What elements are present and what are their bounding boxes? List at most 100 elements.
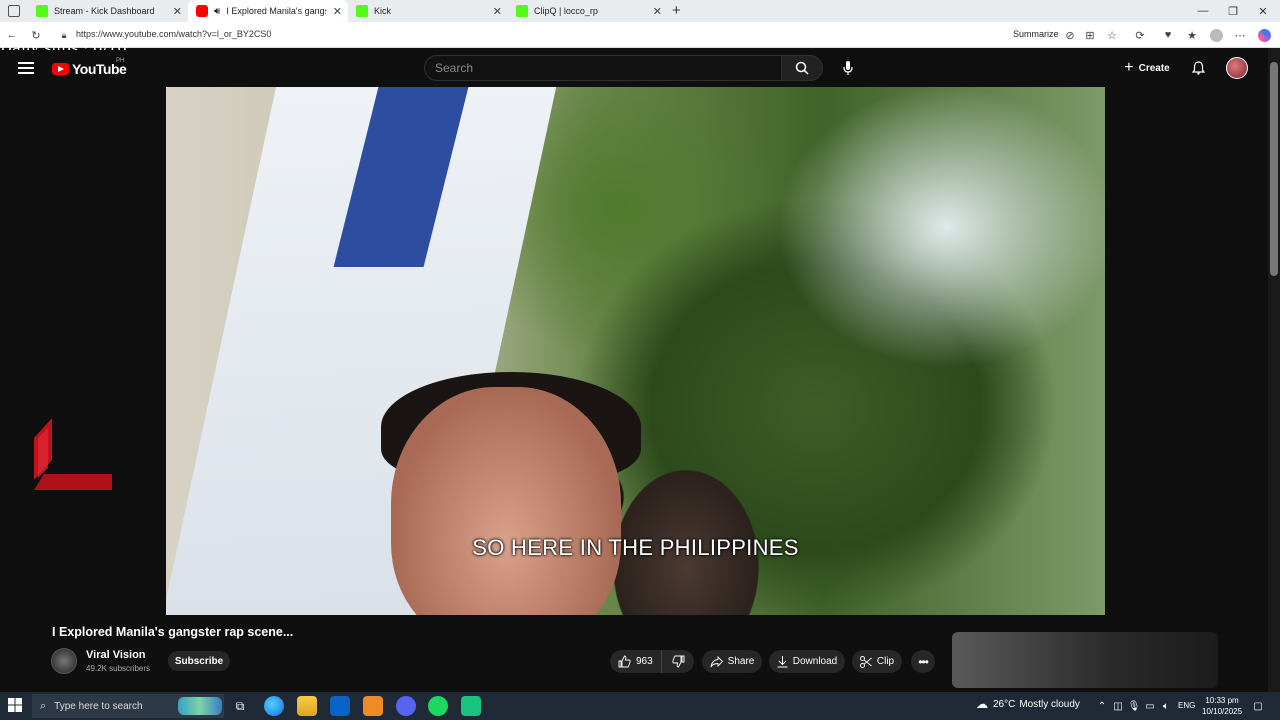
like-dislike-group: 963 <box>610 650 694 673</box>
create-button[interactable]: + Create <box>1118 56 1176 80</box>
spotify-icon[interactable] <box>428 696 448 716</box>
dislike-button[interactable] <box>662 655 690 668</box>
kick-favicon-icon <box>36 5 48 17</box>
page-scrollbar[interactable] <box>1268 48 1280 692</box>
tab-actions-icon[interactable] <box>8 5 20 17</box>
tray-chevron-up-icon[interactable]: ⌃ <box>1096 700 1108 712</box>
create-label: Create <box>1138 62 1170 74</box>
tab-label: Stream - Kick Dashboard <box>54 6 155 16</box>
weather-widget[interactable]: ☁︎ 26°C Mostly cloudy <box>976 697 1080 711</box>
tab-kick-dashboard[interactable]: Stream - Kick Dashboard ✕ <box>28 0 188 22</box>
search-button[interactable] <box>781 55 823 81</box>
taskbar-search-input[interactable] <box>54 700 175 712</box>
scrollbar-thumb[interactable] <box>1270 62 1278 276</box>
file-explorer-icon[interactable] <box>297 696 317 716</box>
tab-label: I Explored Manila's gangster <box>226 6 326 16</box>
youtube-play-icon <box>52 63 69 75</box>
clipq-favicon-icon <box>516 5 528 17</box>
tray-mic-icon[interactable]: 🎙︎ <box>1128 700 1141 712</box>
more-menu-icon[interactable]: ⋯ <box>1232 27 1248 43</box>
close-tab-icon[interactable]: ✕ <box>173 5 182 18</box>
tab-label: ClipQ | locco_rp <box>534 6 598 16</box>
search-input[interactable] <box>435 61 775 75</box>
close-tab-icon[interactable]: ✕ <box>493 5 502 18</box>
download-button[interactable]: Download <box>769 650 845 673</box>
plus-icon: + <box>1124 59 1134 76</box>
channel-subscriber-count: 49.2K subscribers <box>86 664 151 673</box>
address-bar: ← ↻ 🔒︎ https://www.youtube.com/watch?v=l… <box>0 22 1280 48</box>
hamburger-menu-icon[interactable] <box>18 61 34 74</box>
video-subtitle: SO HERE IN THE PHILIPPINES <box>472 535 799 560</box>
tray-app-icon[interactable]: ◫ <box>1112 700 1124 712</box>
share-arrow-icon <box>710 655 723 667</box>
search-box <box>424 55 782 81</box>
favorites-icon[interactable]: ★ <box>1184 27 1200 43</box>
video-scene-face <box>391 387 621 615</box>
scissors-icon <box>859 655 872 668</box>
youtube-favicon-icon <box>196 5 208 17</box>
stream-overlay-text: Daily subs : 0/10 <box>0 39 127 50</box>
share-button[interactable]: Share <box>702 650 762 673</box>
notifications-button[interactable] <box>1188 58 1208 78</box>
download-icon <box>777 655 788 667</box>
notification-center-icon[interactable]: ▢ <box>1252 700 1264 712</box>
thumbs-up-icon <box>618 655 631 668</box>
edge-browser-icon[interactable] <box>264 696 284 716</box>
tab-youtube-video[interactable]: 🔊︎ I Explored Manila's gangster ✕ <box>188 0 348 22</box>
voice-search-button[interactable] <box>835 55 861 81</box>
clock-time: 10:33 pm <box>1205 696 1239 705</box>
like-count: 963 <box>636 656 653 667</box>
new-tab-icon[interactable]: + <box>672 2 681 19</box>
reader-icon[interactable]: ⊞ <box>1082 27 1098 43</box>
tray-volume-icon[interactable]: 🔈︎ <box>1160 700 1172 712</box>
weather-desc: Mostly cloudy <box>1019 698 1080 710</box>
subscribe-button[interactable]: Subscribe <box>168 651 230 671</box>
bell-icon <box>1191 61 1205 75</box>
channel-name[interactable]: Viral Vision <box>86 649 146 661</box>
task-view-icon[interactable]: ⧉ <box>230 696 250 716</box>
close-tab-icon[interactable]: ✕ <box>333 5 342 18</box>
close-window-icon[interactable]: ✕ <box>1248 0 1278 22</box>
youtube-logo[interactable]: YouTube PH <box>52 58 127 77</box>
taskbar-search[interactable]: ⌕ <box>32 694 224 718</box>
copilot-icon[interactable] <box>1256 27 1272 43</box>
video-player[interactable]: SO HERE IN THE PHILIPPINES <box>166 87 1105 615</box>
favorite-star-icon[interactable]: ☆ <box>1104 27 1120 43</box>
channel-avatar[interactable] <box>51 648 77 674</box>
extensions-puzzle-icon[interactable]: ⟳ <box>1132 27 1148 43</box>
maximize-icon[interactable]: ❐ <box>1218 0 1248 22</box>
browser-essentials-icon[interactable]: ♥ <box>1160 27 1176 43</box>
side-panel-thumbnail[interactable] <box>952 632 1218 688</box>
search-icon <box>795 61 809 75</box>
tray-network-icon[interactable]: ▭ <box>1144 700 1156 712</box>
minimize-icon[interactable]: — <box>1188 0 1218 22</box>
app-orange-icon[interactable] <box>363 696 383 716</box>
share-label: Share <box>727 656 755 667</box>
windows-start-icon[interactable] <box>8 698 22 712</box>
close-tab-icon[interactable]: ✕ <box>653 5 662 18</box>
summarize-button[interactable]: Summarize <box>1013 29 1059 39</box>
more-actions-button[interactable]: ••• <box>911 650 935 673</box>
app-green-icon[interactable] <box>461 696 481 716</box>
clock-date: 10/10/2025 <box>1202 707 1243 716</box>
cloudy-weather-icon: ☁︎ <box>976 697 988 711</box>
discord-icon[interactable] <box>396 696 416 716</box>
extension-icon[interactable]: ⊘ <box>1062 27 1078 43</box>
tray-language[interactable]: ENG <box>1178 701 1195 710</box>
browser-tab-bar: Stream - Kick Dashboard ✕ 🔊︎ I Explored … <box>0 0 1280 22</box>
region-code: PH <box>116 58 125 64</box>
like-button[interactable]: 963 <box>610 650 662 673</box>
audio-playing-icon[interactable]: 🔊︎ <box>214 6 220 17</box>
tab-label: Kick <box>374 6 392 16</box>
outlook-icon[interactable] <box>330 696 350 716</box>
account-avatar[interactable] <box>1226 57 1248 79</box>
taskbar-clock[interactable]: 10:33 pm 10/10/2025 <box>1202 695 1242 717</box>
tab-clipq[interactable]: ClipQ | locco_rp ✕ <box>508 0 668 22</box>
profile-icon[interactable] <box>1208 27 1224 43</box>
stream-overlay-logo-icon <box>34 418 112 490</box>
thumbs-down-icon <box>672 655 685 668</box>
tab-kick[interactable]: Kick ✕ <box>348 0 508 22</box>
kick-favicon-icon <box>356 5 368 17</box>
video-title: I Explored Manila's gangster rap scene..… <box>52 625 294 639</box>
clip-button[interactable]: Clip <box>852 650 902 673</box>
